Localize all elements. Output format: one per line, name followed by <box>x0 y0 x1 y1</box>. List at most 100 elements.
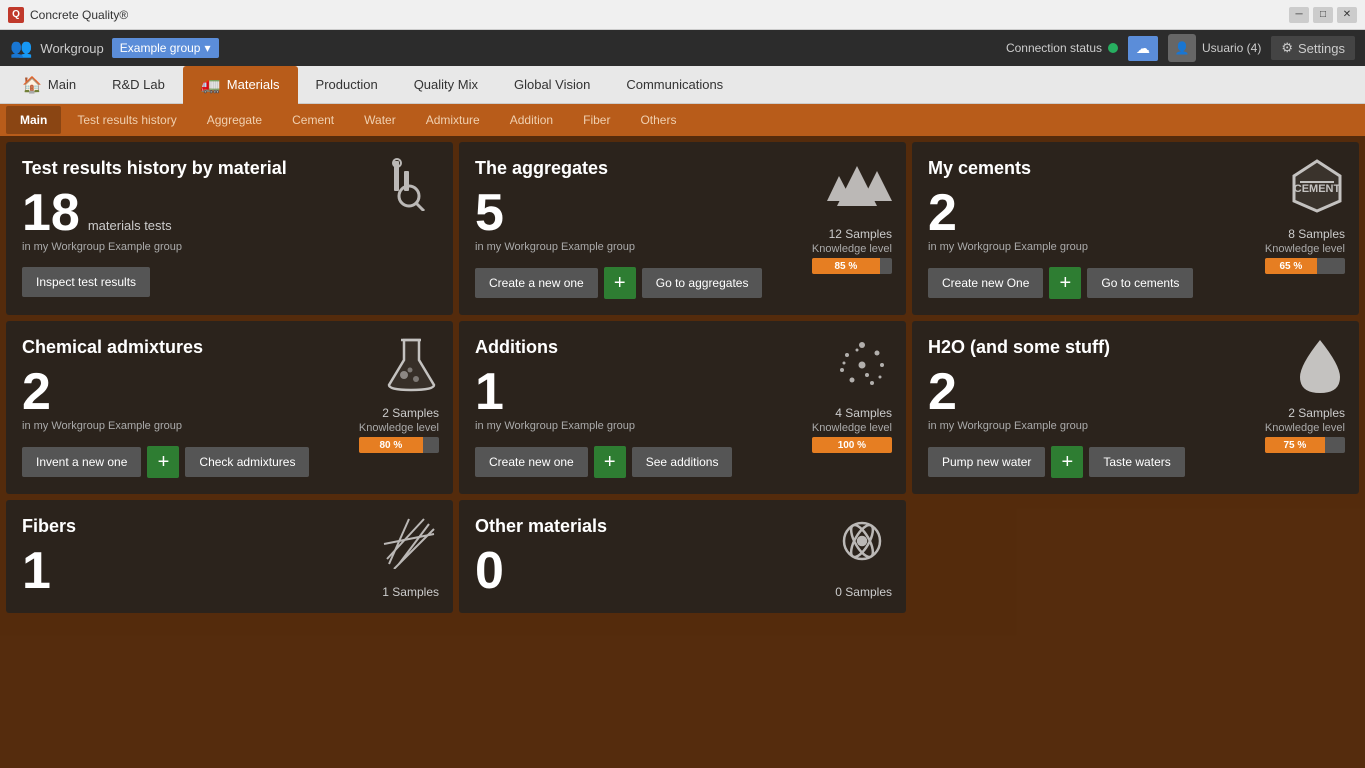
maximize-button[interactable]: □ <box>1313 7 1333 23</box>
card-cements: My cements CEMENT 2 in my Workgroup Exam… <box>912 142 1359 315</box>
titlebar: Q Concrete Quality® ─ □ ✕ <box>0 0 1365 30</box>
mainnav-item-rdlab[interactable]: R&D Lab <box>94 66 183 104</box>
cements-stats: 8 Samples Knowledge level 65 % <box>1265 227 1345 274</box>
card-admixtures-title: Chemical admixtures <box>22 337 437 358</box>
subnav-item-cement[interactable]: Cement <box>278 106 348 134</box>
workgroup-value: Example group <box>120 41 201 55</box>
materials-nav-label: Materials <box>227 77 280 92</box>
admixtures-icon <box>384 335 439 405</box>
workgroup-section: 👥 Workgroup Example group ▾ <box>10 38 219 59</box>
mainnav-item-communications[interactable]: Communications <box>608 66 741 104</box>
topbar: 👥 Workgroup Example group ▾ Connection s… <box>0 30 1365 66</box>
other-materials-number: 0 <box>475 545 504 597</box>
connection-dot <box>1108 43 1118 53</box>
settings-button[interactable]: ⚙ Settings <box>1271 36 1355 60</box>
add-admixture-button[interactable]: + <box>147 446 179 478</box>
app-icon: Q <box>8 7 24 23</box>
minimize-button[interactable]: ─ <box>1289 7 1309 23</box>
goto-aggregates-button[interactable]: Go to aggregates <box>642 268 763 298</box>
card-water: H2O (and some stuff) 2 in my Workgroup E… <box>912 321 1359 494</box>
user-section: 👤 Usuario (4) <box>1168 34 1261 62</box>
window-controls[interactable]: ─ □ ✕ <box>1289 7 1357 23</box>
test-results-subtitle: in my Workgroup Example group <box>22 241 437 253</box>
check-admixtures-button[interactable]: Check admixtures <box>185 447 309 477</box>
sub-nav: MainTest results historyAggregateCementW… <box>0 104 1365 136</box>
other-materials-samples: 0 Samples <box>835 585 892 599</box>
add-cement-button[interactable]: + <box>1049 267 1081 299</box>
card-cements-title: My cements <box>928 158 1343 179</box>
inspect-test-results-button[interactable]: Inspect test results <box>22 267 150 297</box>
aggregates-number: 5 <box>475 187 504 239</box>
subnav-item-main[interactable]: Main <box>6 106 61 134</box>
card-aggregates: The aggregates 5 in my Workgroup Example… <box>459 142 906 315</box>
globalvision-nav-label: Global Vision <box>514 77 590 92</box>
fibers-number: 1 <box>22 545 51 597</box>
fibers-samples: 1 Samples <box>382 585 439 599</box>
cements-knowledge: Knowledge level <box>1265 243 1345 255</box>
settings-label: Settings <box>1298 41 1345 56</box>
communications-nav-label: Communications <box>626 77 723 92</box>
mainnav-item-materials[interactable]: 🚛 Materials <box>183 66 298 104</box>
mainnav-item-production[interactable]: Production <box>298 66 396 104</box>
materials-nav-icon: 🚛 <box>201 75 221 95</box>
workgroup-dropdown[interactable]: Example group ▾ <box>112 38 219 58</box>
close-button[interactable]: ✕ <box>1337 7 1357 23</box>
create-aggregate-button[interactable]: Create a new one <box>475 268 598 298</box>
see-additions-button[interactable]: See additions <box>632 447 733 477</box>
additions-progress-bar: 100 % <box>812 437 892 453</box>
aggregates-progress-fill: 85 % <box>812 258 880 274</box>
fibers-icon <box>379 514 439 579</box>
add-addition-button[interactable]: + <box>594 446 626 478</box>
workgroup-icon: 👥 <box>10 38 32 59</box>
subnav-item-water[interactable]: Water <box>350 106 410 134</box>
water-icon <box>1295 335 1345 405</box>
create-cement-button[interactable]: Create new One <box>928 268 1043 298</box>
water-samples: 2 Samples <box>1265 406 1345 420</box>
mainnav-item-qualitymix[interactable]: Quality Mix <box>396 66 496 104</box>
user-label: Usuario (4) <box>1202 41 1261 55</box>
card-test-results-title: Test results history by material <box>22 158 437 179</box>
content-area: Test results history by material 18 mate… <box>0 136 1365 768</box>
card-other-materials: Other materials 0 0 Samples <box>459 500 906 613</box>
aggregates-icon <box>827 156 892 221</box>
additions-knowledge: Knowledge level <box>812 422 892 434</box>
admixtures-knowledge: Knowledge level <box>359 422 439 434</box>
svg-text:CEMENT: CEMENT <box>1294 183 1341 195</box>
admixtures-progress-bar: 80 % <box>359 437 439 453</box>
add-water-button[interactable]: + <box>1051 446 1083 478</box>
chevron-down-icon: ▾ <box>204 41 210 55</box>
main-nav-label: Main <box>48 77 76 92</box>
cements-progress-fill: 65 % <box>1265 258 1317 274</box>
cards-grid: Test results history by material 18 mate… <box>0 136 1365 619</box>
water-progress-bar: 75 % <box>1265 437 1345 453</box>
goto-cements-button[interactable]: Go to cements <box>1087 268 1193 298</box>
subnav-item-testresults[interactable]: Test results history <box>63 106 190 134</box>
other-materials-icon <box>832 514 892 579</box>
additions-number: 1 <box>475 366 504 418</box>
subnav-item-aggregate[interactable]: Aggregate <box>193 106 276 134</box>
water-progress-fill: 75 % <box>1265 437 1325 453</box>
aggregates-stats: 12 Samples Knowledge level 85 % <box>812 227 892 274</box>
pump-water-button[interactable]: Pump new water <box>928 447 1045 477</box>
admixtures-number: 2 <box>22 366 51 418</box>
other-materials-stats: 0 Samples <box>835 585 892 599</box>
card-additions: Additions 1 <box>459 321 906 494</box>
rdlab-nav-label: R&D Lab <box>112 77 165 92</box>
connection-label: Connection status <box>1006 41 1102 55</box>
create-addition-button[interactable]: Create new one <box>475 447 588 477</box>
main-nav-icon: 🏠 <box>22 75 42 95</box>
add-aggregate-button[interactable]: + <box>604 267 636 299</box>
admixtures-samples: 2 Samples <box>359 406 439 420</box>
mainnav-item-globalvision[interactable]: Global Vision <box>496 66 608 104</box>
subnav-item-fiber[interactable]: Fiber <box>569 106 624 134</box>
subnav-item-addition[interactable]: Addition <box>496 106 567 134</box>
main-nav: 🏠 Main R&D Lab 🚛 Materials ProductionQuality … <box>0 66 1365 104</box>
settings-icon: ⚙ <box>1281 40 1293 56</box>
taste-waters-button[interactable]: Taste waters <box>1089 447 1184 477</box>
water-number: 2 <box>928 366 957 418</box>
subnav-item-admixture[interactable]: Admixture <box>412 106 494 134</box>
mainnav-item-main[interactable]: 🏠 Main <box>4 66 94 104</box>
create-admixture-button[interactable]: Invent a new one <box>22 447 141 477</box>
subnav-item-others[interactable]: Others <box>626 106 690 134</box>
cloud-button[interactable]: ☁ <box>1128 36 1158 61</box>
